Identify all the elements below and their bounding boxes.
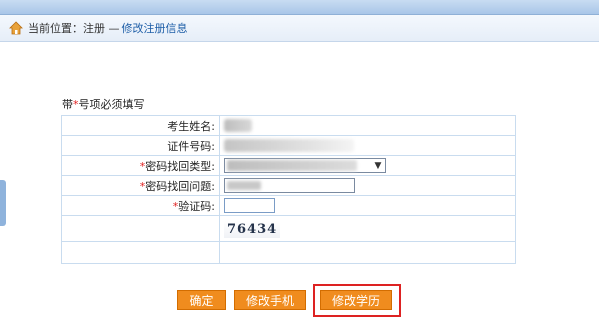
id-value: [219, 135, 516, 156]
breadcrumb-prefix: 当前位置：注册 —: [28, 22, 120, 35]
recovery-type-label: 密码找回类型:: [145, 159, 215, 173]
redacted-id: [224, 139, 354, 153]
registration-form: 考生姓名: 证件号码: *密码找回类型: ▼ *密码找回问题: *验证码: 76…: [61, 115, 516, 264]
highlight-box: [313, 284, 401, 317]
breadcrumb-current[interactable]: 修改注册信息: [122, 20, 188, 36]
breadcrumb: 当前位置：注册 — 修改注册信息: [0, 15, 599, 42]
home-icon: [9, 21, 23, 35]
captcha-image[interactable]: 76434: [224, 220, 281, 238]
recovery-question-input[interactable]: [224, 178, 355, 193]
top-banner: [0, 0, 599, 15]
name-label: 考生姓名:: [61, 115, 220, 136]
form-row-captcha-image: 76434: [61, 215, 516, 242]
recovery-question-label: 密码找回问题:: [145, 179, 215, 193]
form-row-captcha: *验证码:: [61, 195, 516, 216]
confirm-button[interactable]: 确定: [177, 290, 226, 310]
recovery-type-label-cell: *密码找回类型:: [61, 155, 220, 176]
redacted-name: [224, 119, 252, 133]
required-note: 带*号项必须填写: [62, 98, 145, 111]
form-row-recovery-type: *密码找回类型: ▼: [61, 155, 516, 176]
recovery-type-select[interactable]: ▼: [224, 158, 386, 173]
name-value: [219, 115, 516, 136]
recovery-question-label-cell: *密码找回问题:: [61, 175, 220, 196]
captcha-label: 验证码:: [178, 199, 215, 213]
captcha-input[interactable]: [224, 198, 275, 213]
form-row-recovery-question: *密码找回问题:: [61, 175, 516, 196]
id-label: 证件号码:: [61, 135, 220, 156]
edit-phone-button[interactable]: 修改手机: [234, 290, 306, 310]
form-row-empty: [61, 241, 516, 264]
form-row-name: 考生姓名:: [61, 115, 516, 136]
recovery-type-selected-value: [227, 160, 357, 171]
chevron-down-icon: ▼: [374, 160, 382, 171]
redacted-answer: [227, 181, 261, 190]
captcha-label-cell: *验证码:: [61, 195, 220, 216]
side-collapse-handle[interactable]: [0, 180, 6, 226]
form-row-id: 证件号码:: [61, 135, 516, 156]
